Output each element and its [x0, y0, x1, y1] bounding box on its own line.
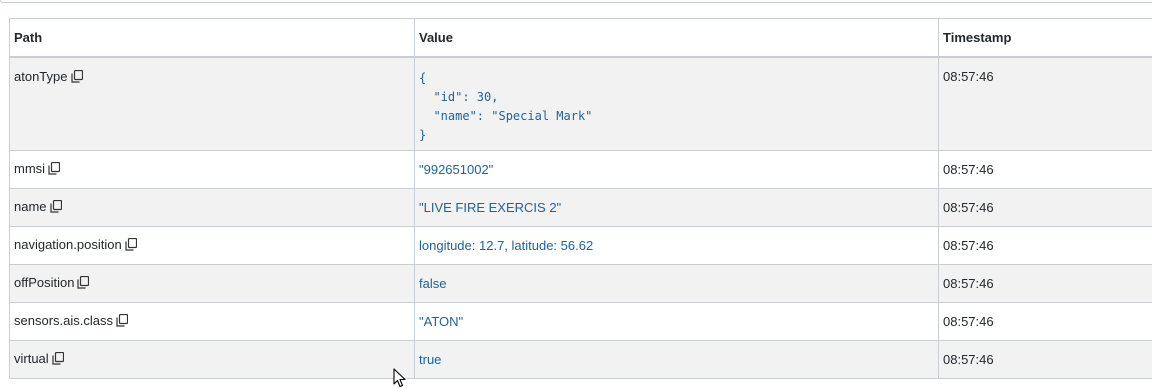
- table-row: name "LIVE FIRE EXERCIS 2" 08:57:46: [10, 189, 1152, 227]
- value-cell: "LIVE FIRE EXERCIS 2": [415, 189, 939, 227]
- path-cell: sensors.ais.class: [10, 303, 415, 341]
- top-panel-edge: [0, 0, 1152, 3]
- column-header-path[interactable]: Path: [10, 19, 415, 57]
- copy-icon[interactable]: [77, 276, 89, 292]
- copy-icon[interactable]: [52, 352, 64, 368]
- json-line: "name": "Special Mark": [419, 109, 592, 123]
- column-header-timestamp[interactable]: Timestamp: [939, 19, 1152, 57]
- table-header-row: Path Value Timestamp: [10, 19, 1152, 57]
- copy-icon[interactable]: [50, 200, 62, 216]
- timestamp-cell: 08:57:46: [939, 151, 1152, 189]
- json-line: {: [419, 71, 426, 85]
- value-cell: "ATON": [415, 303, 939, 341]
- table-row: mmsi "992651002" 08:57:46: [10, 151, 1152, 189]
- copy-icon[interactable]: [71, 70, 83, 86]
- path-text: offPosition: [14, 275, 74, 290]
- value-cell: true: [415, 341, 939, 379]
- table-row: virtual true 08:57:46: [10, 341, 1152, 379]
- timestamp-cell: 08:57:46: [939, 265, 1152, 303]
- timestamp-cell: 08:57:46: [939, 57, 1152, 151]
- value-cell: longitude: 12.7, latitude: 56.62: [415, 227, 939, 265]
- column-header-value[interactable]: Value: [415, 19, 939, 57]
- copy-icon[interactable]: [48, 162, 60, 178]
- path-text: sensors.ais.class: [14, 313, 113, 328]
- table-row: offPosition false 08:57:46: [10, 265, 1152, 303]
- copy-icon[interactable]: [125, 238, 137, 254]
- path-cell: navigation.position: [10, 227, 415, 265]
- table-row: navigation.position longitude: 12.7, lat…: [10, 227, 1152, 265]
- path-cell: atonType: [10, 57, 415, 151]
- table-row: sensors.ais.class "ATON" 08:57:46: [10, 303, 1152, 341]
- json-line: }: [419, 128, 426, 142]
- value-cell: false: [415, 265, 939, 303]
- timestamp-cell: 08:57:46: [939, 303, 1152, 341]
- path-text: name: [14, 199, 47, 214]
- path-text: atonType: [14, 69, 68, 84]
- json-value: { "id": 30, "name": "Special Mark" }: [419, 69, 934, 145]
- path-cell: offPosition: [10, 265, 415, 303]
- value-cell: { "id": 30, "name": "Special Mark" }: [415, 57, 939, 151]
- path-text: virtual: [14, 351, 49, 366]
- json-line: "id": 30,: [419, 90, 498, 104]
- path-cell: name: [10, 189, 415, 227]
- timestamp-cell: 08:57:46: [939, 189, 1152, 227]
- copy-icon[interactable]: [116, 314, 128, 330]
- timestamp-cell: 08:57:46: [939, 341, 1152, 379]
- value-cell: "992651002": [415, 151, 939, 189]
- path-text: mmsi: [14, 161, 45, 176]
- table-row: atonType { "id": 30, "name": "Special Ma…: [10, 57, 1152, 151]
- timestamp-cell: 08:57:46: [939, 227, 1152, 265]
- path-cell: virtual: [10, 341, 415, 379]
- data-browser-table: Path Value Timestamp atonType { "id": 30…: [9, 18, 1152, 379]
- path-text: navigation.position: [14, 237, 122, 252]
- path-cell: mmsi: [10, 151, 415, 189]
